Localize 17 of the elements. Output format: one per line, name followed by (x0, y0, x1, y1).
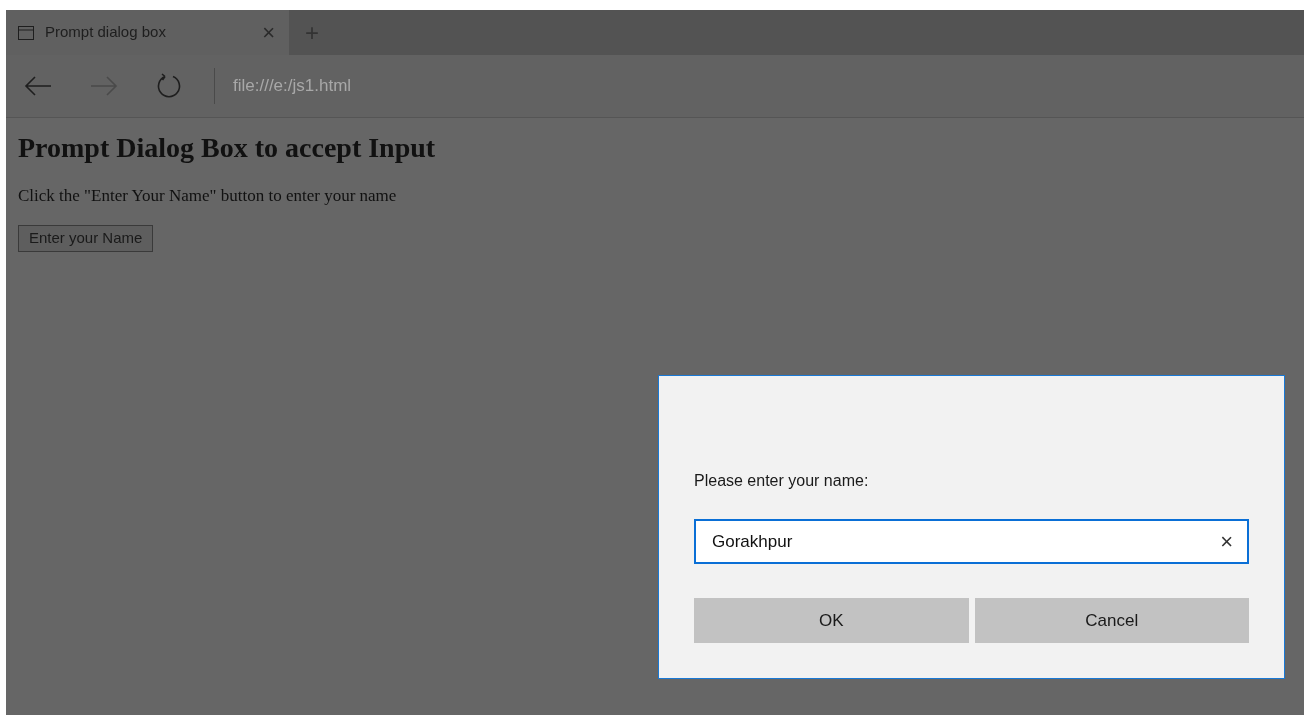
page-heading: Prompt Dialog Box to accept Input (18, 131, 437, 165)
prompt-message: Please enter your name: (694, 471, 870, 491)
enter-name-button[interactable]: Enter your Name (18, 224, 154, 252)
address-bar[interactable]: file:///e:/js1.html (233, 73, 352, 99)
new-tab-button[interactable]: + (305, 20, 319, 45)
dialog-button[interactable]: OK (694, 598, 969, 643)
tab-title: Prompt dialog box (45, 22, 167, 43)
clear-button[interactable]: × (1220, 530, 1233, 553)
browser-tab[interactable]: Prompt dialog box × (6, 10, 289, 55)
close-tab-button[interactable]: × (262, 21, 275, 44)
window-icon (18, 25, 34, 40)
refresh-icon[interactable] (156, 73, 182, 99)
back-icon[interactable] (24, 75, 52, 97)
instruction-text: Click the "Enter Your Name" button to enter your name (18, 185, 398, 207)
forward-icon[interactable] (90, 75, 118, 97)
name-input-field[interactable]: Gorakhpur × (694, 519, 1249, 564)
dialog-button[interactable]: Cancel (974, 598, 1249, 643)
